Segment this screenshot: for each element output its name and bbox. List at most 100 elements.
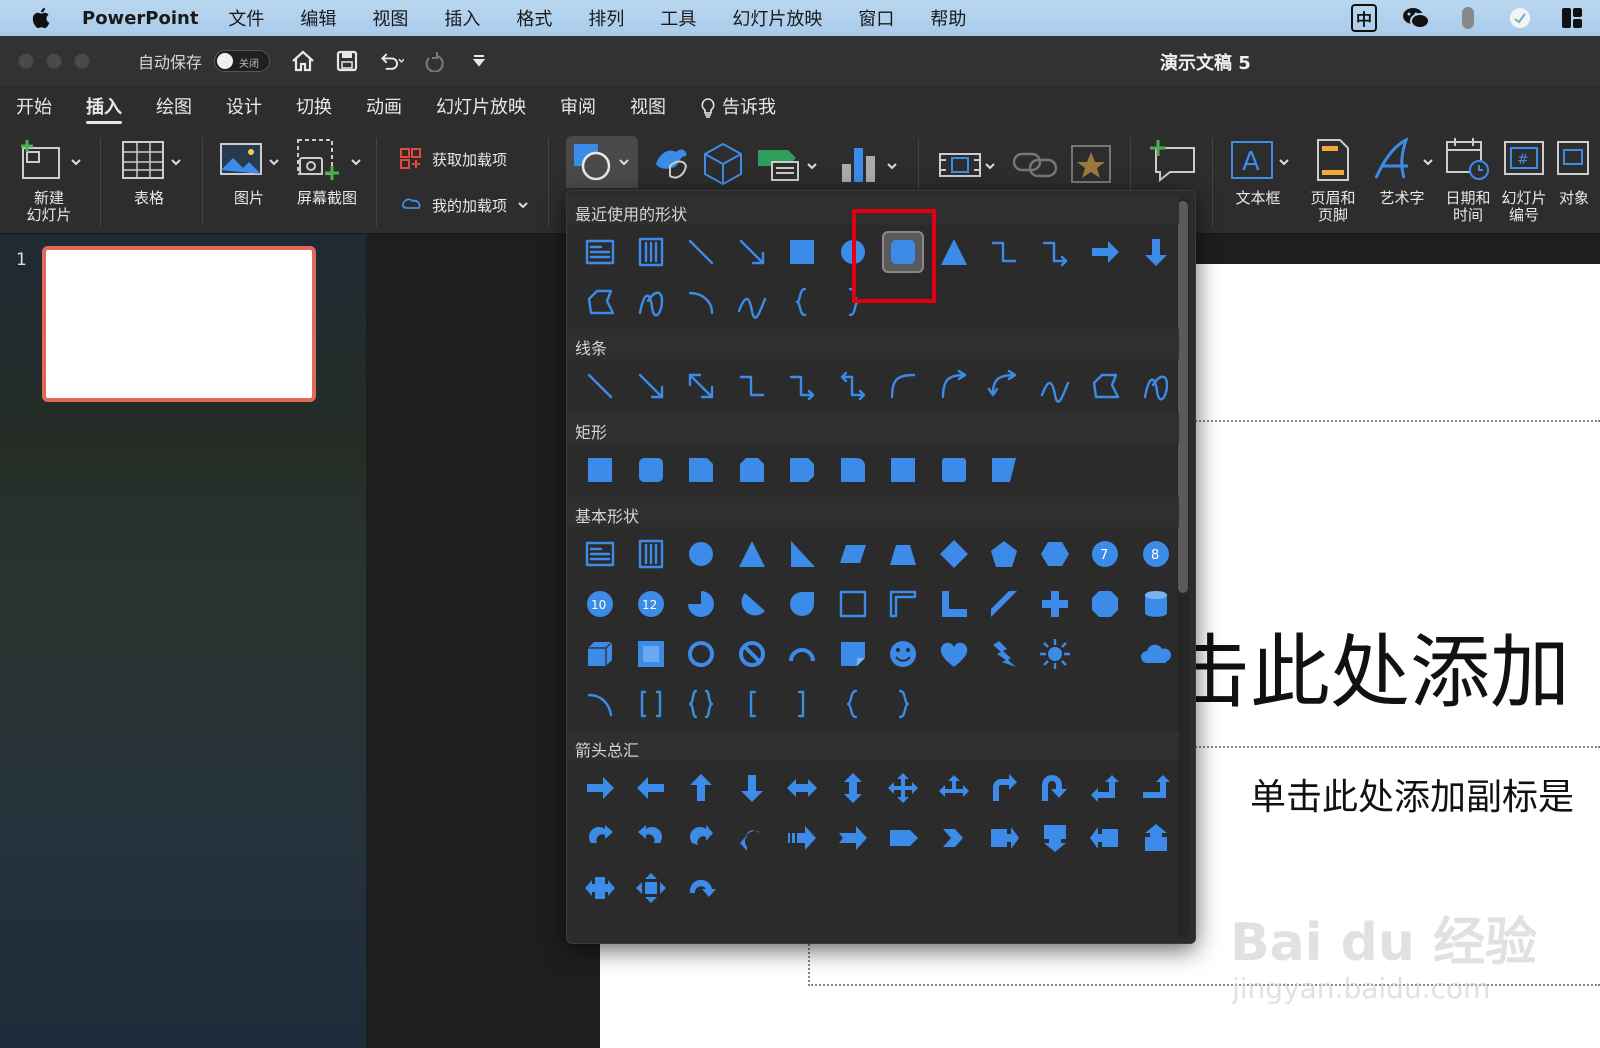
icons-button[interactable] <box>646 140 696 194</box>
shape-double-bracket[interactable] <box>626 679 677 729</box>
shape-rect-round2[interactable] <box>878 445 929 495</box>
tab-slideshow[interactable]: 幻灯片放映 <box>436 86 526 130</box>
tell-me-search[interactable]: 告诉我 <box>700 86 776 130</box>
table-button[interactable]: 表格 <box>114 136 184 207</box>
shape-decagon[interactable]: 10 <box>575 579 626 629</box>
shape-rect-snip2[interactable] <box>727 445 778 495</box>
shape-striped-right[interactable] <box>777 813 828 863</box>
shape-half-frame[interactable] <box>878 579 929 629</box>
shape-l-shape[interactable] <box>929 579 980 629</box>
shapes-button[interactable] <box>566 136 638 188</box>
shape-up-down-arrow[interactable] <box>828 763 879 813</box>
app-menu[interactable]: PowerPoint <box>82 8 198 29</box>
shape-diag-stripe[interactable] <box>979 579 1030 629</box>
shape-heart[interactable] <box>929 629 980 679</box>
zoom-window-button[interactable] <box>74 53 90 69</box>
shape-lr-up-arrow[interactable] <box>929 763 980 813</box>
menu-view[interactable]: 视图 <box>372 5 408 31</box>
my-addins-button[interactable]: 我的加载项 <box>400 194 529 216</box>
shape-down-callout[interactable] <box>1030 813 1081 863</box>
shape-frame[interactable] <box>828 579 879 629</box>
shape-left-up-arrow[interactable] <box>1080 763 1131 813</box>
shape-line[interactable] <box>575 361 626 411</box>
shape-curve-arrow[interactable] <box>929 361 980 411</box>
minimize-window-button[interactable] <box>46 53 62 69</box>
tab-draw[interactable]: 绘图 <box>156 86 192 130</box>
home-icon[interactable] <box>290 48 316 74</box>
tab-animations[interactable]: 动画 <box>366 86 402 130</box>
shape-no-symbol[interactable] <box>727 629 778 679</box>
shape-vertical-text-box[interactable] <box>626 529 677 579</box>
shape-circular-arrow[interactable] <box>676 863 727 913</box>
shape-oval[interactable] <box>676 529 727 579</box>
shape-double-brace[interactable] <box>676 679 727 729</box>
shape-arc2[interactable] <box>575 679 626 729</box>
tab-design[interactable]: 设计 <box>226 86 262 130</box>
shape-left-bracket[interactable] <box>727 679 778 729</box>
3d-models-button[interactable] <box>700 140 746 194</box>
menu-tools[interactable]: 工具 <box>660 5 696 31</box>
shape-pentagon-arrow[interactable] <box>878 813 929 863</box>
shape-arc[interactable] <box>676 277 727 327</box>
redo-icon[interactable] <box>422 48 448 74</box>
shape-right-bracket[interactable] <box>777 679 828 729</box>
shape-donut[interactable] <box>676 629 727 679</box>
shape-text-box[interactable] <box>575 227 626 277</box>
shape-notched-right[interactable] <box>828 813 879 863</box>
shape-folded-corner[interactable] <box>828 629 879 679</box>
menu-insert[interactable]: 插入 <box>444 5 480 31</box>
apple-icon[interactable] <box>30 6 54 30</box>
shape-rect-snip[interactable] <box>676 445 727 495</box>
header-footer-button[interactable]: 页眉和 页脚 <box>1304 136 1362 224</box>
shape-right-arrow[interactable] <box>1080 227 1131 277</box>
shape-smiley[interactable] <box>878 629 929 679</box>
menu-edit[interactable]: 编辑 <box>300 5 336 31</box>
shape-pentagon[interactable] <box>979 529 1030 579</box>
shape-dodecagon[interactable]: 12 <box>626 579 677 629</box>
shape-curved-right[interactable] <box>575 813 626 863</box>
shape-plaque[interactable] <box>1080 579 1131 629</box>
menu-format[interactable]: 格式 <box>516 5 552 31</box>
shape-elbow-arrow[interactable] <box>777 361 828 411</box>
shape-curved-up[interactable] <box>676 813 727 863</box>
shape-left-brace[interactable] <box>828 679 879 729</box>
pictures-button[interactable]: 图片 <box>218 136 280 207</box>
autosave-toggle[interactable]: 关闭 <box>214 50 271 72</box>
app-status-icon[interactable] <box>1506 5 1534 31</box>
shape-right-brace2[interactable] <box>878 679 929 729</box>
shape-up-callout[interactable] <box>1131 813 1182 863</box>
wordart-button[interactable]: 艺术字 <box>1370 136 1434 207</box>
shape-right-arrow[interactable] <box>575 763 626 813</box>
shape-left-right-arrow[interactable] <box>777 763 828 813</box>
new-slide-button[interactable]: 新建 幻灯片 <box>14 136 84 224</box>
shape-rounded-rect[interactable] <box>626 445 677 495</box>
mouse-icon[interactable] <box>1454 5 1482 31</box>
chart-button[interactable] <box>836 140 900 194</box>
get-addins-button[interactable]: 获取加载项 <box>400 148 507 170</box>
undo-icon[interactable] <box>378 48 405 74</box>
shape-vertical-text-box[interactable] <box>626 227 677 277</box>
shape-diag-rect[interactable] <box>979 445 1030 495</box>
shape-curve-double[interactable] <box>979 361 1030 411</box>
shape-elbow-double[interactable] <box>828 361 879 411</box>
shape-left-arrow[interactable] <box>626 763 677 813</box>
shape-sun[interactable] <box>1030 629 1081 679</box>
shape-bevel[interactable] <box>626 629 677 679</box>
smartart-button[interactable] <box>754 140 818 194</box>
shape-left-callout[interactable] <box>1080 813 1131 863</box>
tab-view[interactable]: 视图 <box>630 86 666 130</box>
shape-freeform[interactable] <box>1080 361 1131 411</box>
shape-diamond[interactable] <box>929 529 980 579</box>
menu-arrange[interactable]: 排列 <box>588 5 624 31</box>
shape-lightning[interactable] <box>979 629 1030 679</box>
shape-arrow-line[interactable] <box>727 227 778 277</box>
shape-brace-left[interactable] <box>777 277 828 327</box>
shape-can[interactable] <box>1131 579 1182 629</box>
shape-curved-down[interactable] <box>727 813 778 863</box>
shape-pie[interactable] <box>676 579 727 629</box>
input-method-icon[interactable]: 中 <box>1350 4 1378 32</box>
shape-curved-left[interactable] <box>626 813 677 863</box>
shape-down-arrow2[interactable] <box>727 763 778 813</box>
shape-quad-arrow[interactable] <box>878 763 929 813</box>
shape-chord[interactable] <box>727 579 778 629</box>
